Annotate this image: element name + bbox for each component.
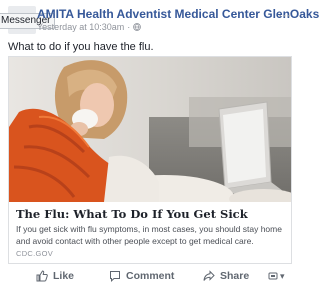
post-meta: Yesterday at 10:30am ·: [37, 22, 142, 32]
link-preview-image[interactable]: [9, 57, 291, 202]
sick-woman-photo: [9, 57, 291, 202]
comment-button[interactable]: Comment: [109, 268, 174, 284]
link-domain: CDC.GOV: [16, 249, 54, 258]
link-description: If you get sick with flu symptoms, in mo…: [16, 224, 282, 246]
link-title[interactable]: The Flu: What To Do If You Get Sick: [16, 207, 286, 221]
link-preview-card[interactable]: The Flu: What To Do If You Get Sick If y…: [8, 56, 292, 264]
post-actions-bar: Like Comment Share ▾: [0, 264, 300, 288]
share-arrow-icon: [203, 270, 215, 281]
like-label: Like: [53, 270, 75, 282]
comment-label: Comment: [126, 270, 175, 282]
more-options-icon[interactable]: ⋯: [278, 8, 292, 24]
page-name-link[interactable]: AMITA Health Adventist Medical Center Gl…: [37, 7, 319, 21]
audience-selector-button[interactable]: ▾: [268, 268, 285, 284]
globe-icon[interactable]: [133, 23, 142, 31]
post-header: Messenger AMITA Health Adventist Medical…: [0, 0, 319, 36]
share-label: Share: [220, 270, 250, 282]
like-button[interactable]: Like: [36, 268, 74, 284]
chevron-down-icon: ▾: [280, 270, 285, 281]
comment-bubble-icon: [110, 271, 120, 282]
thumbs-up-icon: [36, 270, 48, 282]
post-timestamp[interactable]: Yesterday at 10:30am: [37, 22, 124, 32]
audience-selector-icon: [268, 272, 278, 280]
post-message: What to do if you have the flu.: [8, 41, 154, 53]
share-button[interactable]: Share: [203, 268, 249, 284]
meta-separator: ·: [127, 22, 131, 32]
